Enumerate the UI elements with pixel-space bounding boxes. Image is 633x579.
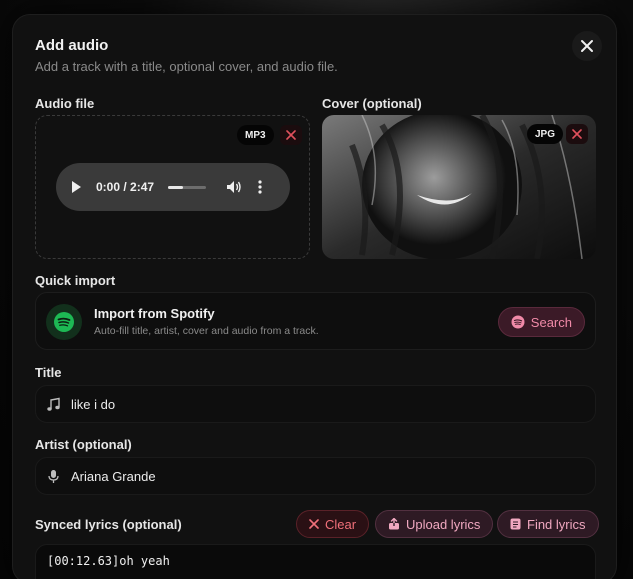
spotify-import-title: Import from Spotify — [94, 306, 215, 321]
quick-import-label: Quick import — [35, 273, 116, 288]
document-icon — [510, 518, 521, 530]
dialog-subtitle: Add a track with a title, optional cover… — [35, 59, 338, 74]
artist-label: Artist (optional) — [35, 437, 132, 452]
microphone-icon — [48, 469, 59, 483]
remove-audio-button[interactable] — [280, 125, 302, 145]
title-input[interactable]: like i do — [35, 385, 596, 423]
spotify-icon — [511, 315, 525, 329]
audio-player: 0:00 / 2:47 — [56, 163, 290, 211]
cover-format-badge: JPG — [527, 124, 564, 144]
close-icon — [581, 40, 593, 52]
spotify-search-label: Search — [530, 314, 572, 330]
remove-cover-button[interactable] — [566, 124, 588, 144]
close-icon — [572, 129, 582, 139]
lyrics-line: [00:12.63]oh yeah — [47, 554, 170, 568]
player-time: 0:00 / 2:47 — [96, 180, 155, 194]
add-audio-dialog: Add audio Add a track with a title, opti… — [12, 14, 617, 579]
close-icon — [309, 519, 319, 529]
artist-value: Ariana Grande — [71, 468, 156, 484]
volume-icon[interactable] — [226, 180, 242, 194]
upload-icon — [389, 518, 399, 530]
upload-lyrics-button[interactable]: Upload lyrics — [375, 510, 494, 538]
play-icon[interactable] — [70, 180, 82, 194]
cover-label: Cover (optional) — [322, 96, 422, 111]
audio-dropzone[interactable]: MP3 0:00 / 2:47 — [35, 115, 310, 259]
audio-format-badge: MP3 — [237, 125, 274, 145]
dialog-title: Add audio — [35, 37, 109, 54]
spotify-icon — [46, 304, 82, 340]
close-icon — [286, 130, 296, 140]
spotify-search-button[interactable]: Search — [497, 307, 585, 337]
lyrics-textarea[interactable]: [00:12.63]oh yeah — [35, 544, 596, 579]
volume-slider-fill — [168, 185, 184, 189]
audio-file-label: Audio file — [35, 96, 95, 111]
more-options-icon[interactable] — [258, 180, 262, 194]
upload-lyrics-label: Upload lyrics — [406, 516, 481, 532]
spotify-import-subtitle: Auto-fill title, artist, cover and audio… — [94, 325, 319, 337]
clear-lyrics-button[interactable]: Clear — [296, 510, 370, 538]
title-label: Title — [35, 365, 62, 380]
close-button[interactable] — [572, 31, 602, 61]
synced-lyrics-label: Synced lyrics (optional) — [35, 517, 182, 532]
volume-slider[interactable] — [168, 185, 207, 189]
find-lyrics-label: Find lyrics — [527, 516, 586, 532]
clear-lyrics-label: Clear — [325, 516, 357, 532]
artist-input[interactable]: Ariana Grande — [35, 457, 596, 495]
music-note-icon — [47, 397, 60, 411]
title-value: like i do — [71, 396, 116, 412]
spotify-import-card: Import from Spotify Auto-fill title, art… — [35, 292, 596, 350]
find-lyrics-button[interactable]: Find lyrics — [497, 510, 599, 538]
cover-preview[interactable]: JPG — [322, 115, 596, 259]
